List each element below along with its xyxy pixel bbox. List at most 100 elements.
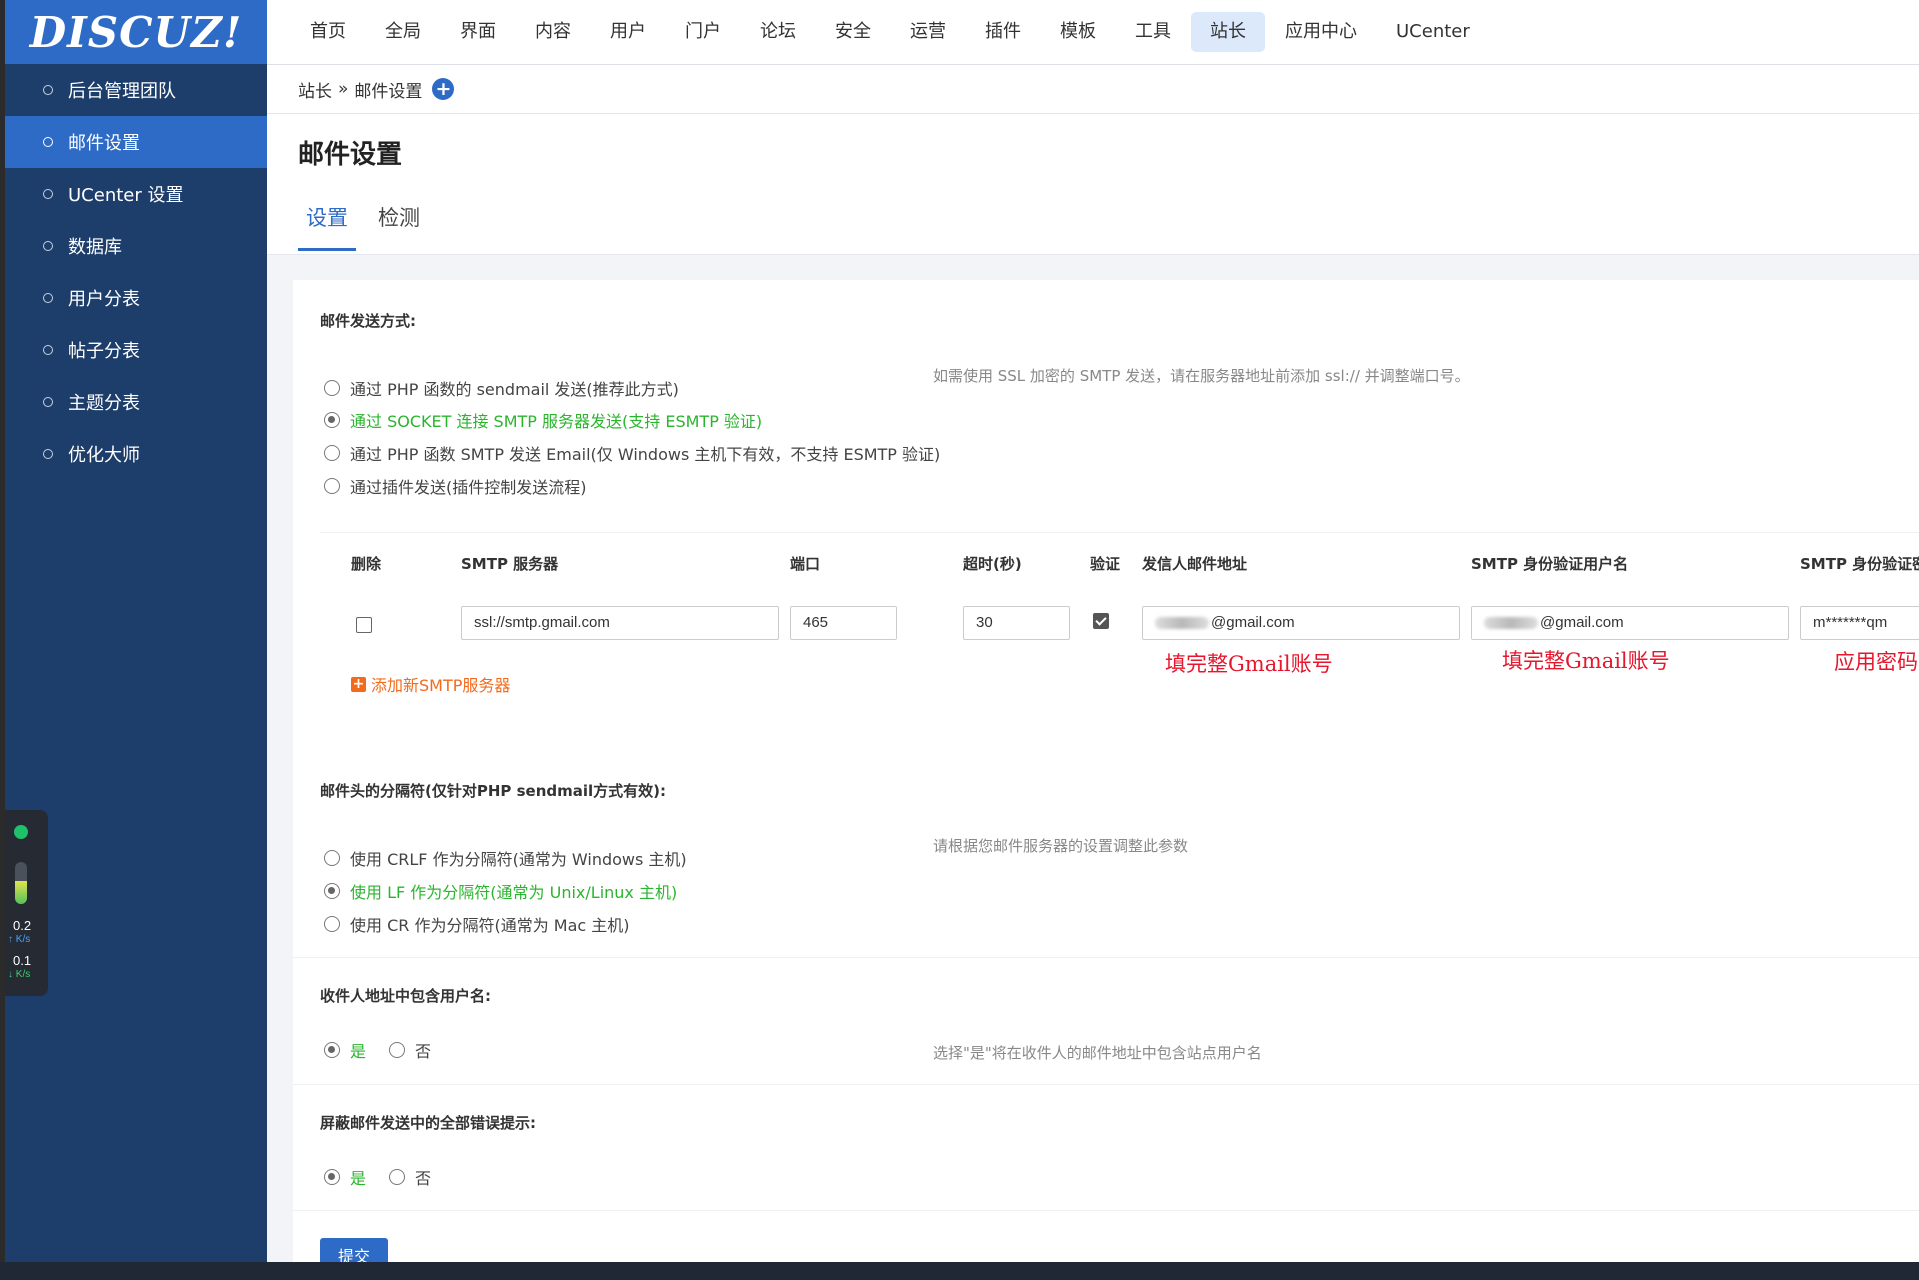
add-smtp-server-link[interactable]: + 添加新SMTP服务器 — [351, 672, 510, 696]
tab-settings[interactable]: 设置 — [298, 202, 356, 251]
send-method-option-socket[interactable]: 通过 SOCKET 连接 SMTP 服务器发送(支持 ESMTP 验证) — [324, 408, 762, 432]
page-title: 邮件设置 — [298, 140, 403, 170]
col-timeout: 超时(秒) — [963, 555, 1022, 573]
topnav-app-center[interactable]: 应用中心 — [1266, 12, 1376, 52]
topnav-templates[interactable]: 模板 — [1041, 12, 1115, 52]
topnav-plugins[interactable]: 插件 — [966, 12, 1040, 52]
settings-panel: 邮件发送方式: 如需使用 SSL 加密的 SMTP 发送，请在服务器地址前添加 … — [293, 280, 1919, 1262]
sidebar-item-label: 后台管理团队 — [68, 81, 176, 102]
from-address-value: @gmail.com — [1211, 614, 1295, 631]
bullet-icon — [43, 137, 53, 147]
radio-button[interactable] — [324, 380, 340, 396]
topnav-operations[interactable]: 运营 — [891, 12, 965, 52]
smtp-username-input[interactable]: @gmail.com — [1471, 606, 1789, 640]
include-username-no[interactable]: 否 — [389, 1038, 431, 1062]
bullet-icon — [43, 397, 53, 407]
upload-unit: ↑ K/s — [8, 934, 31, 945]
delete-checkbox[interactable] — [356, 617, 372, 633]
smtp-server-input[interactable]: ssl://smtp.gmail.com — [461, 606, 779, 640]
sidebar-item-label: 用户分表 — [68, 289, 140, 310]
send-method-hint: 如需使用 SSL 加密的 SMTP 发送，请在服务器地址前添加 ssl:// 并… — [933, 367, 1470, 385]
divider — [293, 1084, 1919, 1085]
separator-option-crlf[interactable]: 使用 CRLF 作为分隔符(通常为 Windows 主机) — [324, 846, 687, 870]
bullet-icon — [43, 189, 53, 199]
smtp-username-value: @gmail.com — [1540, 614, 1624, 631]
option-label: 否 — [415, 1169, 432, 1188]
smtp-password-input[interactable]: m*******qm — [1800, 606, 1919, 640]
topnav-tools[interactable]: 工具 — [1116, 12, 1190, 52]
option-label: 通过插件发送(插件控制发送流程) — [350, 478, 587, 497]
submit-button[interactable]: 提交 — [320, 1238, 388, 1262]
topnav-home[interactable]: 首页 — [291, 12, 365, 52]
topnav-global[interactable]: 全局 — [366, 12, 440, 52]
port-input[interactable]: 465 — [790, 606, 897, 640]
upload-speed: 0.2 — [13, 918, 32, 933]
topnav-security[interactable]: 安全 — [816, 12, 890, 52]
breadcrumb-parent[interactable]: 站长 — [298, 77, 332, 102]
radio-button[interactable] — [389, 1169, 405, 1185]
sidebar-item-optimizer[interactable]: 优化大师 — [5, 428, 267, 480]
send-method-option-sendmail[interactable]: 通过 PHP 函数的 sendmail 发送(推荐此方式) — [324, 376, 679, 400]
col-port: 端口 — [790, 555, 821, 573]
sidebar-item-user-tables[interactable]: 用户分表 — [5, 272, 267, 324]
separator-label: 邮件头的分隔符(仅针对PHP sendmail方式有效): — [320, 782, 667, 800]
radio-button[interactable] — [324, 916, 340, 932]
taskbar — [0, 1262, 1919, 1280]
network-speed-widget[interactable]: 0.2 ↑ K/s 0.1 ↓ K/s — [5, 810, 48, 996]
radio-button[interactable] — [324, 412, 340, 428]
option-label: 是 — [350, 1169, 367, 1188]
option-label: 使用 CR 作为分隔符(通常为 Mac 主机) — [350, 916, 630, 935]
option-label: 是 — [350, 1042, 367, 1061]
sidebar-item-post-tables[interactable]: 帖子分表 — [5, 324, 267, 376]
radio-button[interactable] — [324, 1169, 340, 1185]
top-nav: 首页 全局 界面 内容 用户 门户 论坛 安全 运营 插件 模板 工具 站长 应… — [291, 12, 1490, 52]
tab-check[interactable]: 检测 — [370, 202, 428, 251]
plus-icon[interactable]: + — [432, 78, 455, 100]
breadcrumb: 站长 » 邮件设置 + — [267, 65, 1919, 114]
sidebar-item-label: 数据库 — [68, 237, 122, 258]
radio-button[interactable] — [389, 1042, 405, 1058]
send-method-option-php-smtp[interactable]: 通过 PHP 函数 SMTP 发送 Email(仅 Windows 主机下有效，… — [324, 441, 940, 465]
include-username-hint: 选择"是"将在收件人的邮件地址中包含站点用户名 — [933, 1044, 1262, 1062]
radio-button[interactable] — [324, 445, 340, 461]
topnav-portal[interactable]: 门户 — [666, 12, 740, 52]
speed-meter-fill — [15, 880, 27, 904]
mute-errors-no[interactable]: 否 — [389, 1165, 431, 1189]
sidebar-item-database[interactable]: 数据库 — [5, 220, 267, 272]
timeout-input[interactable]: 30 — [963, 606, 1070, 640]
send-method-option-plugin[interactable]: 通过插件发送(插件控制发送流程) — [324, 474, 587, 498]
topnav-forum[interactable]: 论坛 — [741, 12, 815, 52]
sidebar-item-label: UCenter 设置 — [68, 185, 184, 206]
sidebar-item-thread-tables[interactable]: 主题分表 — [5, 376, 267, 428]
breadcrumb-current: 邮件设置 — [354, 81, 423, 102]
sidebar: 后台管理团队 邮件设置 UCenter 设置 数据库 用户分表 帖子分表 主题分… — [5, 64, 267, 1262]
bullet-icon — [43, 241, 53, 251]
topnav-webmaster[interactable]: 站长 — [1191, 12, 1265, 52]
col-delete: 删除 — [351, 555, 382, 573]
smtp-username-note: 填完整Gmail账号 — [1502, 649, 1670, 673]
logo[interactable]: DISCUZ! — [5, 0, 267, 64]
radio-button[interactable] — [324, 478, 340, 494]
sidebar-item-label: 优化大师 — [68, 445, 140, 466]
top-bar: DISCUZ! 首页 全局 界面 内容 用户 门户 论坛 安全 运营 插件 模板… — [5, 0, 1919, 65]
radio-button[interactable] — [324, 850, 340, 866]
auth-checkbox[interactable] — [1093, 613, 1109, 629]
option-label: 通过 PHP 函数的 sendmail 发送(推荐此方式) — [350, 380, 679, 399]
sidebar-item-mail-settings[interactable]: 邮件设置 — [5, 116, 267, 168]
tabs: 设置 检测 — [298, 202, 442, 251]
topnav-ucenter[interactable]: UCenter — [1377, 12, 1489, 52]
sidebar-item-ucenter-settings[interactable]: UCenter 设置 — [5, 168, 267, 220]
separator-option-lf[interactable]: 使用 LF 作为分隔符(通常为 Unix/Linux 主机) — [324, 879, 677, 903]
mute-errors-yes[interactable]: 是 — [324, 1165, 366, 1189]
sidebar-item-admin-team[interactable]: 后台管理团队 — [5, 64, 267, 116]
from-address-input[interactable]: @gmail.com — [1142, 606, 1460, 640]
include-username-yes[interactable]: 是 — [324, 1038, 366, 1062]
radio-button[interactable] — [324, 883, 340, 899]
topnav-users[interactable]: 用户 — [591, 12, 665, 52]
topnav-content[interactable]: 内容 — [516, 12, 590, 52]
radio-button[interactable] — [324, 1042, 340, 1058]
bullet-icon — [43, 345, 53, 355]
topnav-interface[interactable]: 界面 — [441, 12, 515, 52]
separator-option-cr[interactable]: 使用 CR 作为分隔符(通常为 Mac 主机) — [324, 912, 630, 936]
admin-app: DISCUZ! 首页 全局 界面 内容 用户 门户 论坛 安全 运营 插件 模板… — [5, 0, 1919, 1262]
